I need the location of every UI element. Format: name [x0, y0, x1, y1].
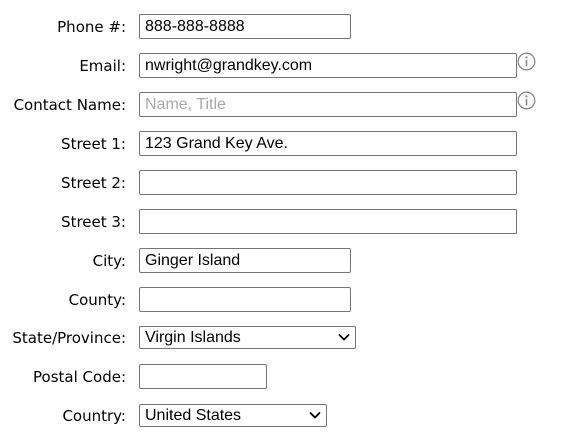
email-label: Email:	[79, 57, 126, 75]
street2-input[interactable]	[139, 170, 517, 195]
city-label: City:	[92, 252, 126, 270]
street1-input-value: 123 Grand Key Ave.	[145, 135, 288, 152]
phone-input[interactable]: 888-888-8888	[139, 14, 351, 39]
street1-input[interactable]: 123 Grand Key Ave.	[139, 131, 517, 156]
city-input-value: Ginger Island	[145, 252, 241, 269]
county-input[interactable]	[139, 287, 351, 312]
state-province-selected: Virgin Islands	[145, 329, 241, 346]
contact-name-placeholder: Name, Title	[145, 96, 226, 113]
city-input[interactable]: Ginger Island	[139, 248, 351, 273]
phone-input-value: 888-888-8888	[145, 18, 245, 35]
postal-code-label: Postal Code:	[33, 368, 126, 386]
country-select[interactable]: United States	[139, 404, 327, 427]
street1-label: Street 1:	[61, 135, 126, 153]
country-selected: United States	[145, 407, 242, 424]
state-province-label: State/Province:	[12, 329, 126, 347]
info-icon[interactable]	[517, 91, 536, 110]
state-province-select[interactable]: Virgin Islands	[139, 326, 356, 349]
contact-name-input[interactable]: Name, Title	[139, 92, 517, 117]
chevron-down-icon	[338, 334, 350, 341]
street3-input[interactable]	[139, 209, 517, 234]
contact-name-label: Contact Name:	[13, 96, 126, 114]
postal-code-input[interactable]	[139, 364, 267, 389]
street2-label: Street 2:	[61, 174, 126, 192]
email-input[interactable]: nwright@grandkey.com	[139, 53, 517, 78]
chevron-down-icon	[309, 412, 321, 419]
country-label: Country:	[62, 407, 126, 425]
street3-label: Street 3:	[61, 213, 126, 231]
email-input-value: nwright@grandkey.com	[145, 57, 313, 74]
info-icon[interactable]	[517, 52, 536, 71]
phone-label: Phone #:	[57, 18, 126, 36]
county-label: County:	[68, 291, 126, 309]
